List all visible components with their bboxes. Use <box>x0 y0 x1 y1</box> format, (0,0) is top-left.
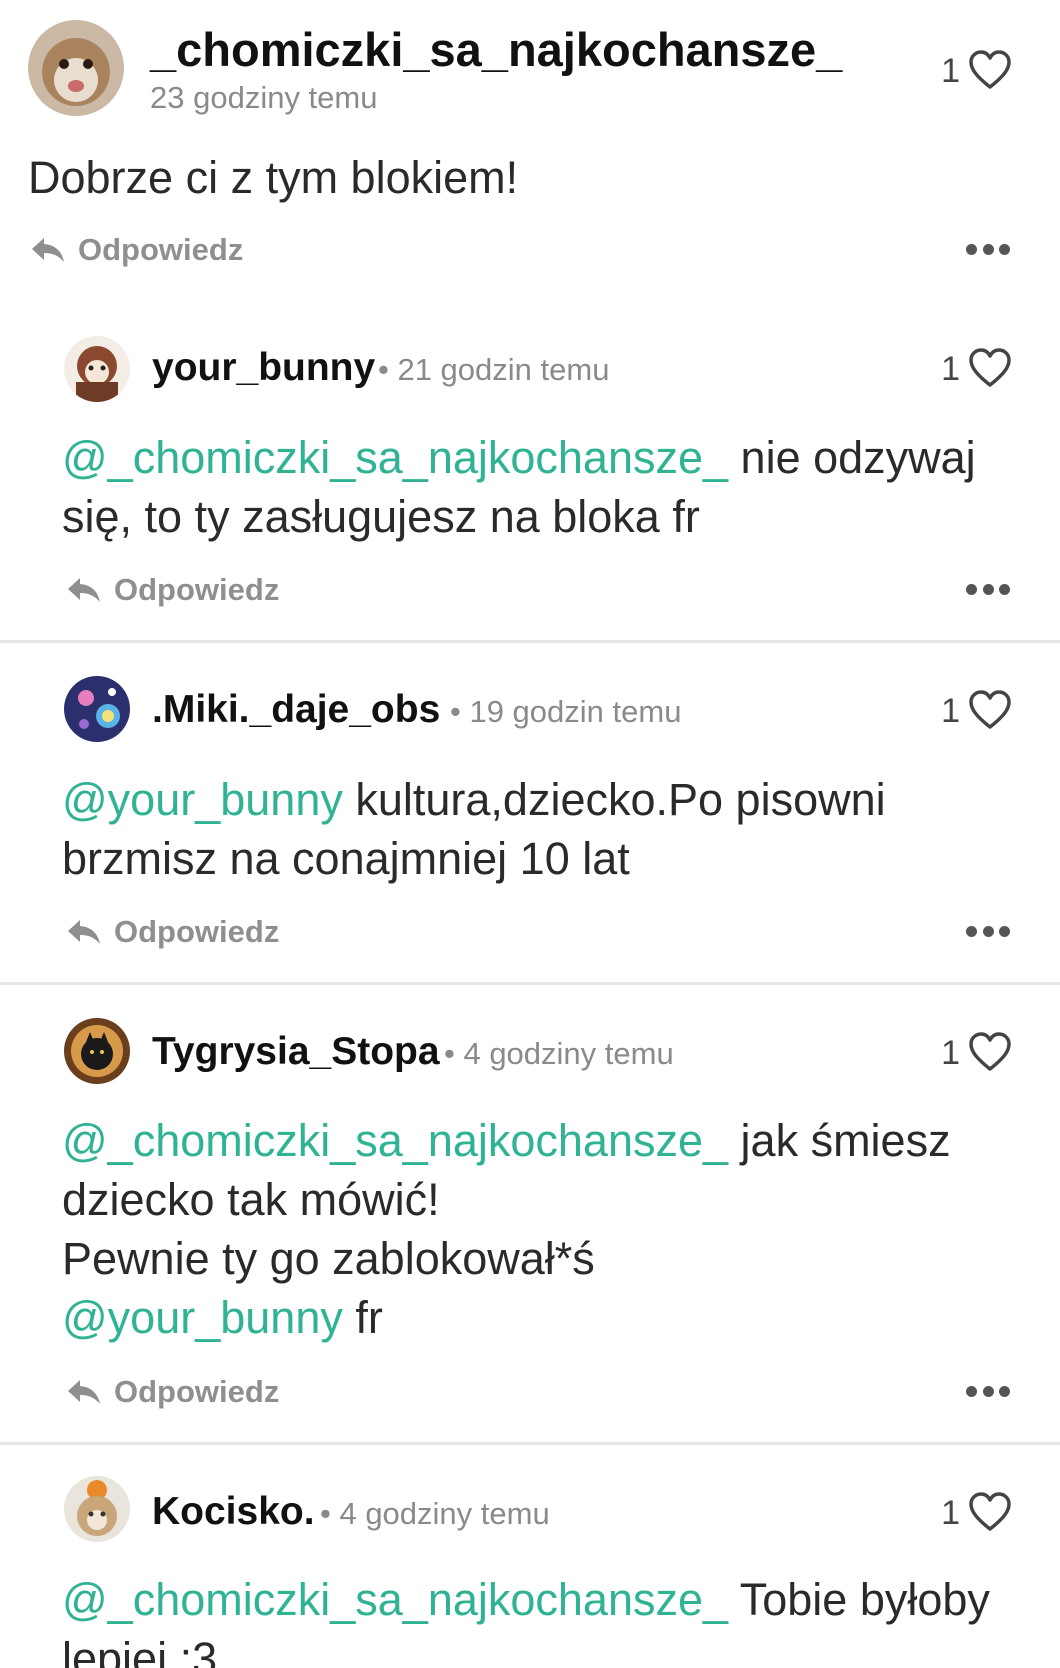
comment-text: Dobrze ci z tym blokiem! <box>28 148 988 207</box>
heart-icon[interactable] <box>968 1492 1012 1532</box>
heart-icon[interactable] <box>968 50 1012 90</box>
reply-arrow-icon <box>66 575 102 605</box>
like-count: 1 <box>941 350 960 388</box>
like-count: 1 <box>941 1494 960 1532</box>
comment-text: @_chomiczki_sa_najkochansze_ nie odzywaj… <box>62 428 1022 546</box>
reply-arrow-icon <box>66 917 102 947</box>
like-count: 1 <box>941 1034 960 1072</box>
comment-text-line: jak śmiesz <box>728 1115 951 1166</box>
divider <box>0 982 1060 985</box>
comment-text-line: Tobie byłoby <box>728 1574 990 1625</box>
comment-username[interactable]: .Miki._daje_obs <box>152 688 440 732</box>
mention-link[interactable]: @_chomiczki_sa_najkochansze_ <box>62 1574 728 1625</box>
heart-icon[interactable] <box>968 348 1012 388</box>
comment-text-line: dziecko tak mówić! <box>62 1174 440 1225</box>
reply-button[interactable]: Odpowiedz <box>66 1374 279 1410</box>
more-options-icon[interactable] <box>966 584 1010 598</box>
reply-label: Odpowiedz <box>78 232 244 267</box>
comment-username[interactable]: your_bunny <box>152 346 375 390</box>
comment-text-line: kultura,dziecko.Po pisowni <box>342 774 886 825</box>
comment-username[interactable]: Kocisko. <box>152 1490 315 1534</box>
more-options-icon[interactable] <box>966 244 1010 258</box>
comment-text-line: fr <box>342 1292 383 1343</box>
divider <box>0 640 1060 643</box>
comment-timestamp: • 4 godziny temu <box>320 1496 550 1531</box>
divider <box>0 1442 1060 1445</box>
comment-text: @your_bunny kultura,dziecko.Po pisowni b… <box>62 770 1022 888</box>
reply-button[interactable]: Odpowiedz <box>66 572 279 608</box>
reply-button[interactable]: Odpowiedz <box>66 914 279 950</box>
comment-text-line: brzmisz na conajmniej 10 lat <box>62 833 630 884</box>
avatar[interactable] <box>28 20 124 116</box>
reply-arrow-icon <box>66 1377 102 1407</box>
comment-timestamp: 23 godziny temu <box>150 80 378 115</box>
comment-timestamp: • 4 godziny temu <box>444 1036 674 1071</box>
more-options-icon[interactable] <box>966 926 1010 940</box>
mention-link[interactable]: @your_bunny <box>62 774 343 825</box>
comment-text-line: Pewnie ty go zablokował*ś <box>62 1233 595 1284</box>
comment-timestamp: • 21 godzin temu <box>378 352 610 387</box>
avatar[interactable] <box>64 1018 130 1084</box>
comment-username[interactable]: _chomiczki_sa_najkochansze_ <box>150 22 842 77</box>
comment-text: @_chomiczki_sa_najkochansze_ jak śmiesz … <box>62 1111 1022 1347</box>
comment-text-line: lepiej :3 <box>62 1633 218 1668</box>
mention-link[interactable]: @_chomiczki_sa_najkochansze_ <box>62 1115 728 1166</box>
comment-timestamp: • 19 godzin temu <box>450 694 682 729</box>
comment-text: @_chomiczki_sa_najkochansze_ Tobie byłob… <box>62 1570 1022 1668</box>
comment-text-line: nie odzywaj <box>728 432 976 483</box>
reply-button[interactable]: Odpowiedz <box>30 232 243 268</box>
mention-link[interactable]: @_chomiczki_sa_najkochansze_ <box>62 432 728 483</box>
heart-icon[interactable] <box>968 1032 1012 1072</box>
avatar[interactable] <box>64 336 130 402</box>
reply-label: Odpowiedz <box>114 1374 280 1409</box>
like-count: 1 <box>941 692 960 730</box>
reply-label: Odpowiedz <box>114 914 280 949</box>
reply-label: Odpowiedz <box>114 572 280 607</box>
heart-icon[interactable] <box>968 690 1012 730</box>
avatar[interactable] <box>64 1476 130 1542</box>
comment-text-content: Dobrze ci z tym blokiem! <box>28 152 519 203</box>
avatar[interactable] <box>64 676 130 742</box>
comment-username[interactable]: Tygrysia_Stopa <box>152 1030 440 1074</box>
comment-text-line: się, to ty zasługujesz na bloka fr <box>62 491 700 542</box>
comments-thread: _chomiczki_sa_najkochansze_ 23 godziny t… <box>0 0 1060 1668</box>
more-options-icon[interactable] <box>966 1386 1010 1400</box>
reply-arrow-icon <box>30 235 66 265</box>
mention-link[interactable]: @your_bunny <box>62 1292 343 1343</box>
like-count: 1 <box>941 52 960 90</box>
